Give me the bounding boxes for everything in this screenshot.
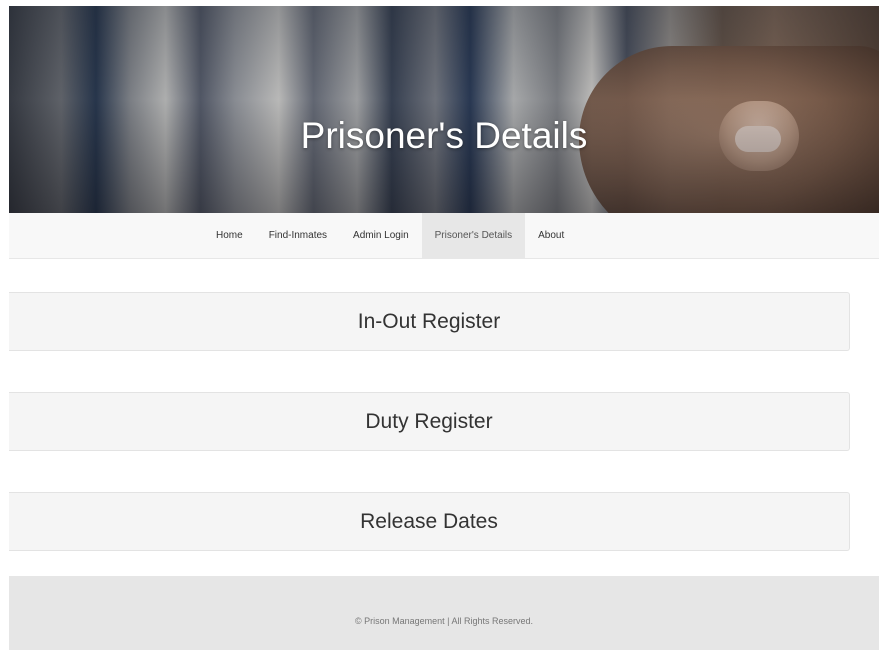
hero-overlay bbox=[9, 6, 879, 213]
page: Prisoner's Details Home Find-Inmates Adm… bbox=[0, 0, 879, 650]
footer-copyright: © Prison Management | All Rights Reserve… bbox=[354, 616, 534, 626]
nav-item-find-inmates[interactable]: Find-Inmates bbox=[256, 213, 340, 258]
release-dates-button[interactable]: Release Dates bbox=[9, 492, 850, 551]
page-title: Prisoner's Details bbox=[300, 115, 588, 156]
duty-register-button[interactable]: Duty Register bbox=[9, 392, 850, 451]
nav-item-admin-login[interactable]: Admin Login bbox=[340, 213, 422, 258]
nav-item-prisoners-details[interactable]: Prisoner's Details bbox=[421, 213, 526, 258]
nav-item-home[interactable]: Home bbox=[203, 213, 256, 258]
nav-list: Home Find-Inmates Admin Login Prisoner's… bbox=[203, 213, 577, 258]
nav-item-about[interactable]: About bbox=[525, 213, 577, 258]
footer: © Prison Management | All Rights Reserve… bbox=[9, 576, 879, 650]
main-navbar: Home Find-Inmates Admin Login Prisoner's… bbox=[9, 213, 879, 259]
hero-banner: Prisoner's Details bbox=[9, 6, 879, 213]
in-out-register-button[interactable]: In-Out Register bbox=[9, 292, 850, 351]
